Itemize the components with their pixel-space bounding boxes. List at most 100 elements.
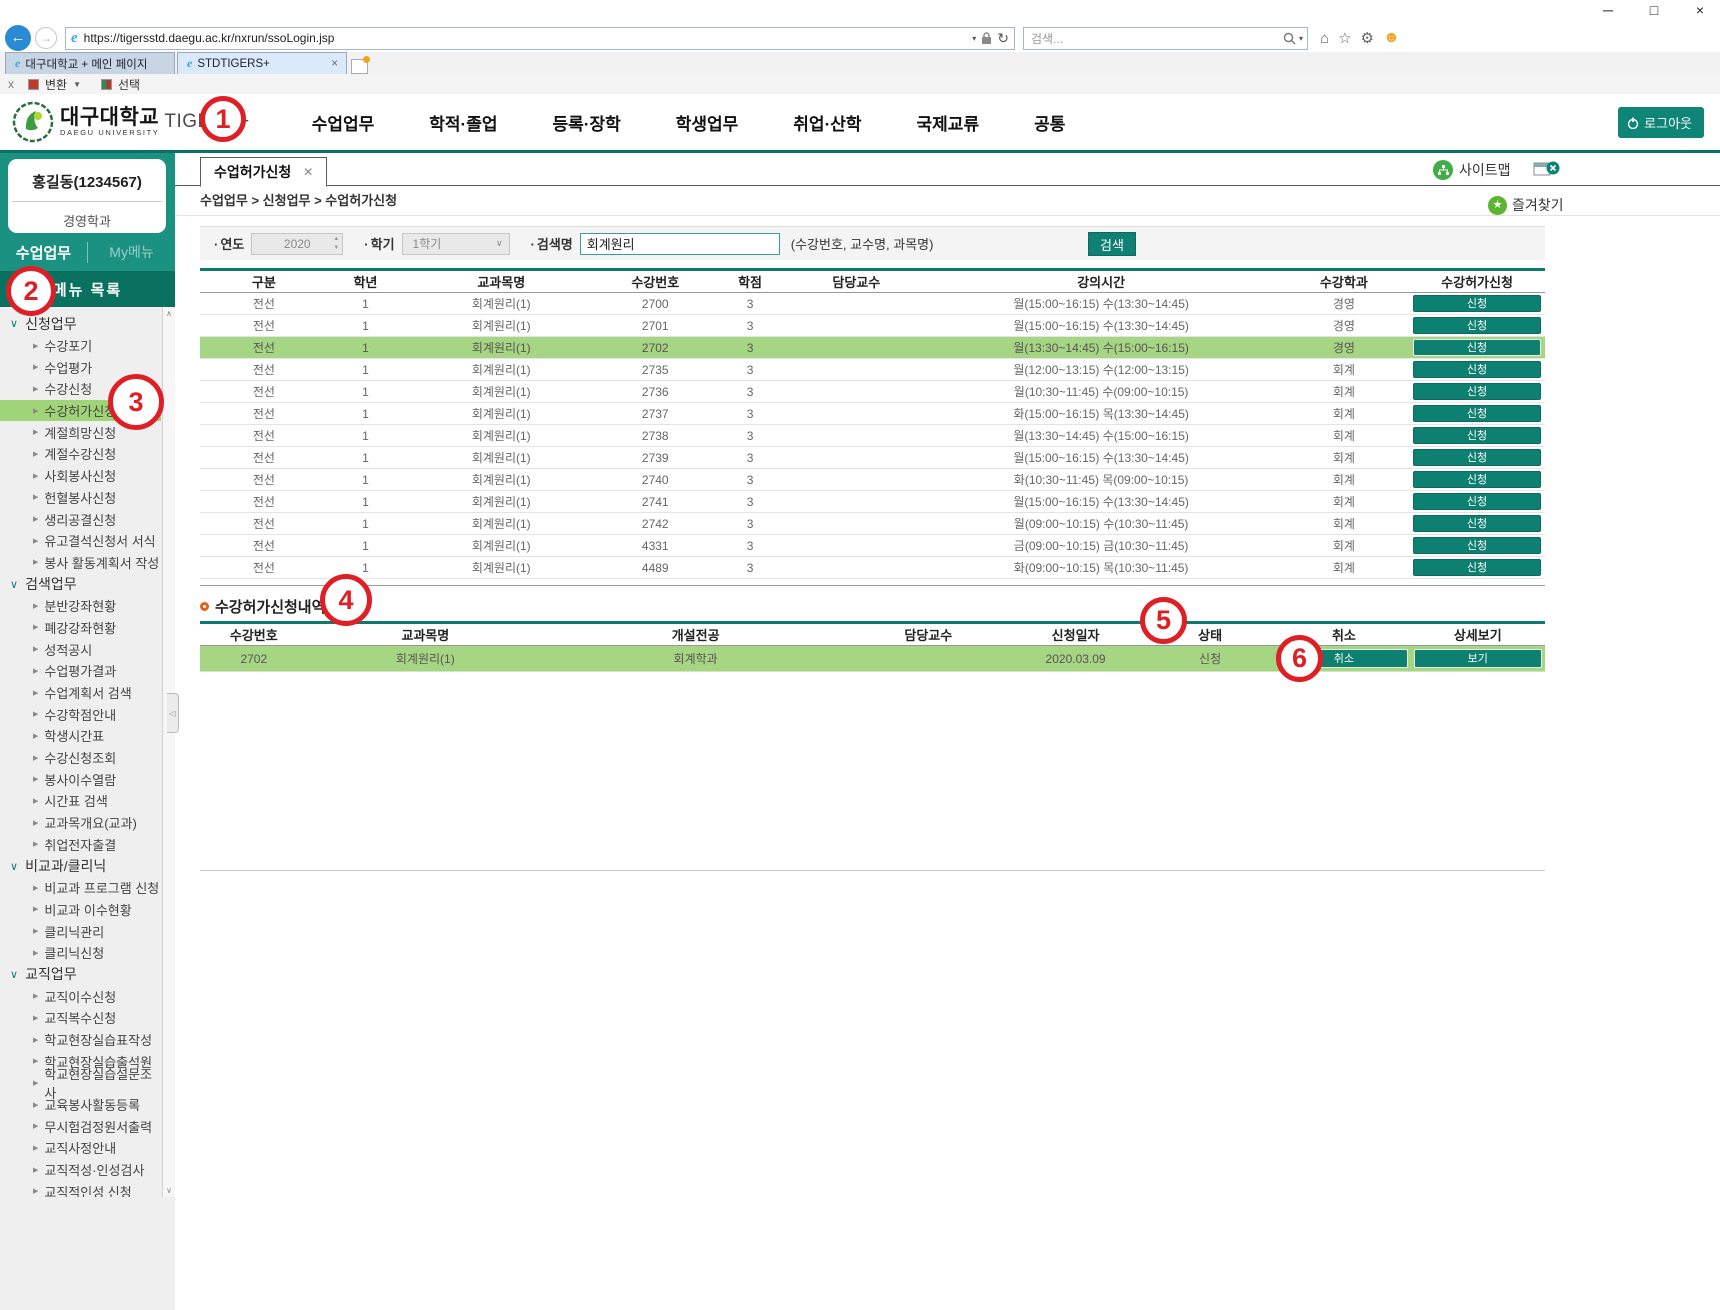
menu-item[interactable]: ▶생리공결신청: [0, 508, 161, 530]
menu-item[interactable]: ▶수강신청조회: [0, 747, 161, 769]
apply-button[interactable]: 신청: [1413, 339, 1541, 356]
menu-item[interactable]: ▶교직이수신청: [0, 985, 161, 1007]
menu-group[interactable]: ∨비교과/클리닉: [0, 855, 175, 877]
menu-item[interactable]: ▶폐강강좌현황: [0, 617, 161, 639]
menu-item[interactable]: ▶봉사이수열람: [0, 768, 161, 790]
menu-item[interactable]: ▶봉사 활동계획서 작성: [0, 552, 161, 574]
menu-item[interactable]: ▶분반강좌현황: [0, 595, 161, 617]
close-all-tabs-button[interactable]: [1533, 159, 1559, 179]
course-row[interactable]: 전선1회계원리(1)27413월(15:00~16:15) 수(13:30~14…: [200, 491, 1545, 513]
apply-button[interactable]: 신청: [1413, 317, 1541, 334]
menu-item[interactable]: ▶교직복수신청: [0, 1007, 161, 1029]
window-close-icon[interactable]: ×: [1690, 2, 1710, 18]
course-row[interactable]: 전선1회계원리(1)27393월(15:00~16:15) 수(13:30~14…: [200, 447, 1545, 469]
toolbar-close-button[interactable]: x: [8, 77, 14, 91]
menu-item[interactable]: ▶성적공시: [0, 638, 161, 660]
apply-button[interactable]: 신청: [1413, 537, 1541, 554]
search-button[interactable]: 검색: [1088, 232, 1136, 256]
apply-button[interactable]: 신청: [1413, 559, 1541, 576]
header-nav-item[interactable]: 등록·장학: [553, 110, 621, 135]
header-nav-item[interactable]: 수업업무: [312, 110, 375, 135]
apply-button[interactable]: 신청: [1413, 493, 1541, 510]
view-button[interactable]: 보기: [1414, 649, 1542, 668]
menu-item[interactable]: ▶학생시간표: [0, 725, 161, 747]
settings-gear-icon[interactable]: ⚙: [1361, 29, 1374, 47]
search-icon[interactable]: [1283, 32, 1296, 45]
convert-button[interactable]: 변환: [45, 76, 67, 93]
search-dropdown-icon[interactable]: ▾: [1299, 34, 1303, 43]
sidebar-tab-mymenu[interactable]: My메뉴: [88, 242, 175, 262]
history-row[interactable]: 2702회계원리(1)회계학과2020.03.09신청취소보기: [200, 646, 1545, 672]
menu-item[interactable]: ▶사회봉사신청: [0, 465, 161, 487]
header-nav-item[interactable]: 공통: [1034, 110, 1065, 135]
menu-item[interactable]: ▶수업계획서 검색: [0, 682, 161, 704]
menu-item[interactable]: ▶학교현장실습설문조사: [0, 1072, 161, 1094]
window-minimize-icon[interactable]: ─: [1598, 2, 1618, 18]
apply-button[interactable]: 신청: [1413, 295, 1541, 312]
semester-select[interactable]: 1학기 ∨: [402, 233, 510, 255]
menu-item[interactable]: ▶클리닉신청: [0, 942, 161, 964]
apply-button[interactable]: 신청: [1413, 427, 1541, 444]
convert-dropdown-icon[interactable]: ▼: [73, 80, 81, 89]
apply-button[interactable]: 신청: [1413, 449, 1541, 466]
address-dropdown-icon[interactable]: ▾: [972, 34, 976, 43]
menu-item[interactable]: ▶시간표 검색: [0, 790, 161, 812]
apply-button[interactable]: 신청: [1413, 515, 1541, 532]
menu-item[interactable]: ▶계절수강신청: [0, 443, 161, 465]
apply-button[interactable]: 신청: [1413, 383, 1541, 400]
new-tab-button[interactable]: [351, 59, 368, 74]
scroll-up-icon[interactable]: ∧: [163, 309, 175, 318]
favorites-star-icon[interactable]: ☆: [1338, 29, 1351, 47]
menu-group[interactable]: ∨검색업무: [0, 573, 175, 595]
header-nav-item[interactable]: 국제교류: [917, 110, 980, 135]
course-row[interactable]: 전선1회계원리(1)27013월(15:00~16:15) 수(13:30~14…: [200, 315, 1545, 337]
menu-item[interactable]: ▶무시험검정원서출력: [0, 1115, 161, 1137]
sitemap-button[interactable]: 사이트맵: [1433, 160, 1511, 180]
browser-tab[interactable]: eSTDTIGERS+×: [177, 52, 347, 74]
menu-item[interactable]: ▶유고결석신청서 서식: [0, 530, 161, 552]
sidebar-scrollbar[interactable]: ∧ ∨: [162, 307, 175, 1197]
menu-group[interactable]: ∨교직업무: [0, 964, 175, 986]
course-row[interactable]: 전선1회계원리(1)44893화(09:00~10:15) 목(10:30~11…: [200, 557, 1545, 579]
refresh-icon[interactable]: ↻: [997, 30, 1009, 47]
course-row[interactable]: 전선1회계원리(1)27383월(13:30~14:45) 수(15:00~16…: [200, 425, 1545, 447]
search-name-input[interactable]: [580, 233, 780, 255]
course-row[interactable]: 전선1회계원리(1)27423월(09:00~10:15) 수(10:30~11…: [200, 513, 1545, 535]
menu-item[interactable]: ▶수강학점안내: [0, 703, 161, 725]
header-nav-item[interactable]: 학적·졸업: [429, 110, 497, 135]
page-tab[interactable]: 수업허가신청 ✕: [200, 157, 327, 187]
apply-button[interactable]: 신청: [1413, 361, 1541, 378]
course-row[interactable]: 전선1회계원리(1)27363월(10:30~11:45) 수(09:00~10…: [200, 381, 1545, 403]
menu-item[interactable]: ▶학교현장실습표작성: [0, 1029, 161, 1051]
menu-item[interactable]: ▶교직적성·인성검사: [0, 1159, 161, 1181]
menu-item[interactable]: ▶취업전자출결: [0, 834, 161, 856]
course-row[interactable]: 전선1회계원리(1)27403화(10:30~11:45) 목(09:00~10…: [200, 469, 1545, 491]
back-button[interactable]: ←: [5, 25, 31, 51]
menu-item[interactable]: ▶교직사정안내: [0, 1137, 161, 1159]
scroll-down-icon[interactable]: ∨: [163, 1186, 175, 1195]
tab-close-icon[interactable]: ×: [321, 58, 338, 70]
select-button[interactable]: 선택: [118, 76, 140, 93]
course-row[interactable]: 전선1회계원리(1)27373화(15:00~16:15) 목(13:30~14…: [200, 403, 1545, 425]
sidebar-tab-lecture[interactable]: 수업업무: [0, 242, 88, 263]
spinner-arrows-icon[interactable]: ▲▼: [333, 235, 339, 253]
course-row[interactable]: 전선1회계원리(1)43313금(09:00~10:15) 금(10:30~11…: [200, 535, 1545, 557]
menu-item[interactable]: ▶수강포기: [0, 335, 161, 357]
course-row[interactable]: 전선1회계원리(1)27003월(15:00~16:15) 수(13:30~14…: [200, 293, 1545, 315]
menu-item[interactable]: ▶클리닉관리: [0, 920, 161, 942]
menu-item[interactable]: ▶비교과 이수현황: [0, 899, 161, 921]
sidebar-collapse-handle[interactable]: ◁: [167, 693, 179, 733]
browser-tab[interactable]: e대구대학교 + 메인 페이지: [5, 52, 175, 74]
feedback-smiley-icon[interactable]: ☻: [1383, 29, 1400, 47]
menu-item[interactable]: ▶수업평가결과: [0, 660, 161, 682]
menu-group[interactable]: ∨신청업무: [0, 313, 175, 335]
menu-item[interactable]: ▶교육봉사활동등록: [0, 1094, 161, 1116]
header-nav-item[interactable]: 취업·산학: [793, 110, 861, 135]
header-nav-item[interactable]: 학생업무: [676, 110, 739, 135]
menu-item[interactable]: ▶교직적인성 신청: [0, 1181, 161, 1198]
course-row[interactable]: 전선1회계원리(1)27353월(12:00~13:15) 수(12:00~13…: [200, 359, 1545, 381]
logout-button[interactable]: 로그아웃: [1618, 107, 1704, 138]
apply-button[interactable]: 신청: [1413, 405, 1541, 422]
address-bar[interactable]: e https://tigersstd.daegu.ac.kr/nxrun/ss…: [65, 27, 1015, 50]
year-spinner[interactable]: 2020 ▲▼: [251, 233, 343, 255]
